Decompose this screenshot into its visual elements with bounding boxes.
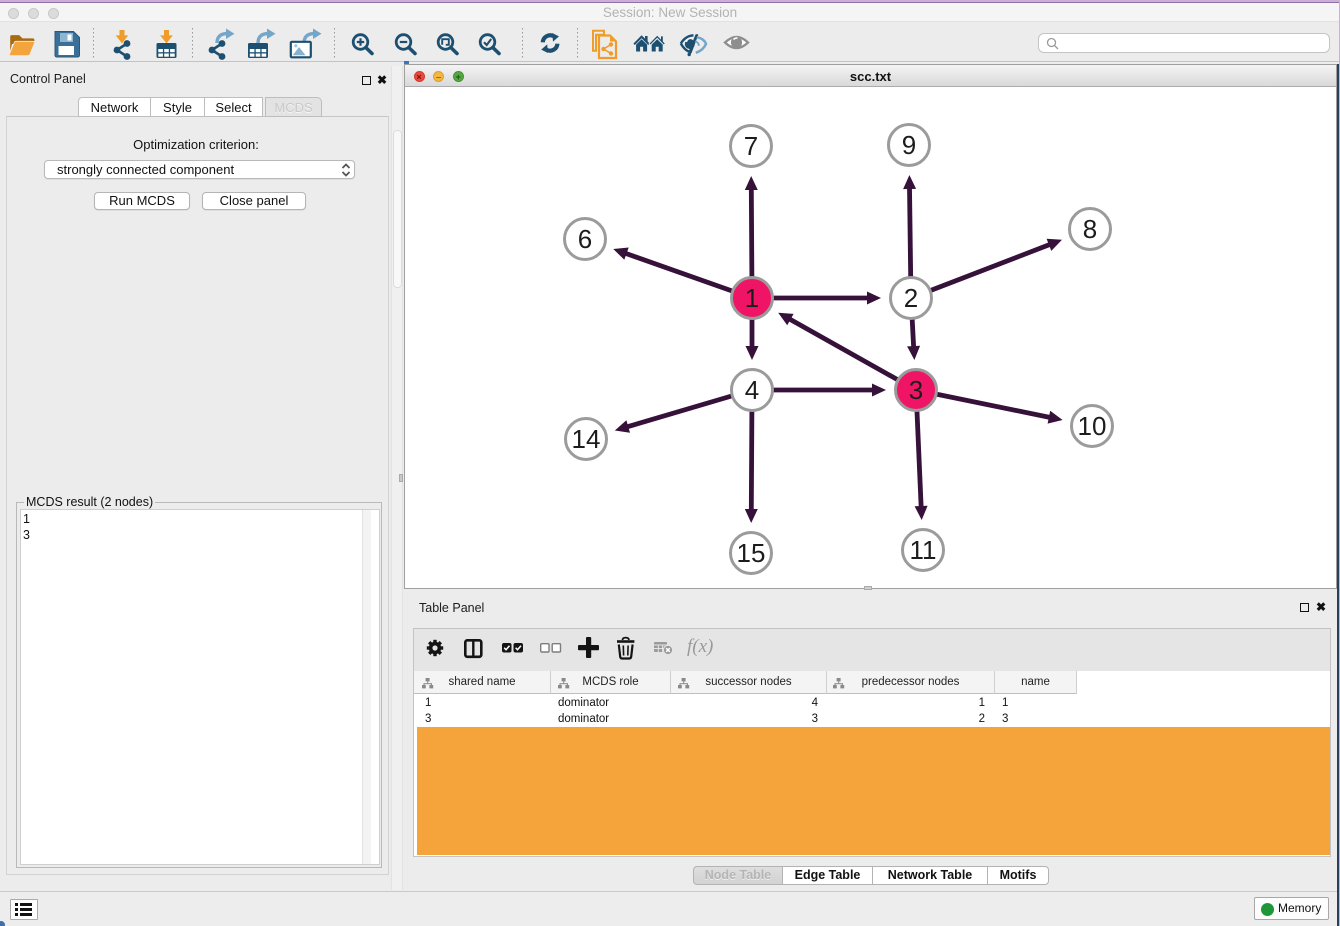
svg-text:9: 9 [902, 130, 916, 160]
svg-text:2: 2 [904, 283, 918, 313]
svg-text:10: 10 [1078, 411, 1107, 441]
svg-text:3: 3 [909, 375, 923, 405]
svg-text:15: 15 [737, 538, 766, 568]
svg-text:11: 11 [910, 535, 937, 565]
svg-text:1: 1 [745, 283, 759, 313]
svg-text:7: 7 [744, 131, 758, 161]
svg-text:8: 8 [1083, 214, 1097, 244]
svg-text:6: 6 [578, 224, 592, 254]
svg-text:4: 4 [745, 375, 759, 405]
svg-text:14: 14 [572, 424, 601, 454]
